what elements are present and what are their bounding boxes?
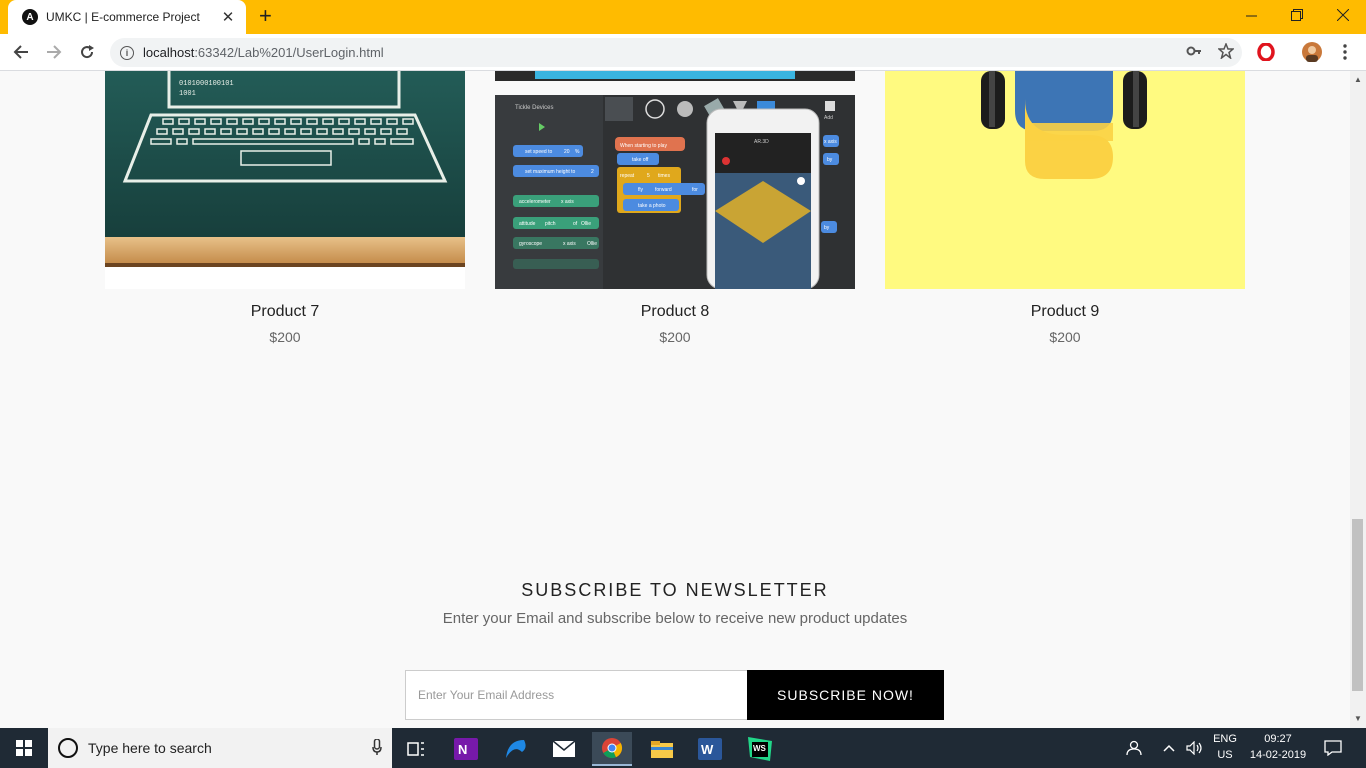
cortana-icon [58, 738, 78, 758]
block-attitude-ollie: Ollie [581, 221, 591, 227]
product-price: $200 [1049, 329, 1081, 345]
scrollbar-thumb[interactable] [1352, 519, 1363, 691]
newsletter-subtitle: Enter your Email and subscribe below to … [442, 610, 908, 627]
onenote-icon[interactable]: N [446, 732, 486, 766]
block-attitude-pitch: pitch [545, 221, 556, 227]
restore-icon[interactable] [1274, 0, 1320, 30]
product-card-8[interactable]: Tickle Devices Add set speed to 20 % set… [495, 71, 855, 345]
product-9-image-python-headphones[interactable] [885, 71, 1245, 289]
block-fly-for: for [692, 187, 698, 193]
product-8-image-tickle-app[interactable]: Tickle Devices Add set speed to 20 % set… [495, 71, 855, 289]
chalk-binary-text-1: 0101000100101 [179, 80, 234, 88]
profile-avatar-icon[interactable] [1302, 42, 1322, 62]
product-name[interactable]: Product 8 [495, 303, 855, 321]
browser-toolbar: i localhost:63342/Lab%201/UserLogin.html [0, 34, 1366, 71]
block-set-speed-value: 20 [564, 149, 570, 155]
url-text[interactable]: localhost:63342/Lab%201/UserLogin.html [143, 45, 384, 60]
microphone-icon[interactable] [362, 737, 392, 758]
task-view-icon[interactable] [396, 732, 436, 766]
opera-extension-icon[interactable] [1256, 42, 1276, 62]
taskbar-clock[interactable]: 09:27 14-02-2019 [1246, 731, 1310, 763]
block-fly: fly [638, 187, 644, 193]
back-arrow-icon[interactable] [9, 40, 33, 64]
newsletter-email-input[interactable] [405, 670, 748, 720]
taskbar-search-text[interactable]: Type here to search [88, 740, 362, 756]
block-set-height-value: 2 [591, 169, 594, 175]
product-7-image-laptop-chalkboard[interactable]: 0101000100101 1001 [105, 71, 465, 289]
block-take-off: take off [632, 157, 649, 163]
block-set-height: set maximum height to [525, 169, 576, 175]
block-repeat-count: 5 [647, 173, 650, 179]
block-accelerometer: accelerometer [519, 199, 551, 205]
newsletter-title: SUBSCRIBE TO NEWSLETTER [521, 580, 829, 600]
side-block-by: by [827, 157, 833, 163]
people-icon[interactable] [1126, 728, 1144, 768]
product-price: $200 [659, 329, 691, 345]
page-scrollbar[interactable]: ▲ ▼ [1350, 71, 1366, 728]
scroll-down-arrow-icon[interactable]: ▼ [1350, 712, 1366, 726]
key-icon[interactable] [1186, 43, 1202, 63]
block-gyroscope: gyroscope [519, 241, 542, 247]
webstorm-icon[interactable]: WS [740, 732, 780, 766]
side-block-by-2: by [824, 225, 830, 231]
product-card-9[interactable]: Product 9 $200 [885, 71, 1245, 345]
side-block-x-axis: x axis [824, 139, 837, 145]
subscribe-now-button[interactable]: SUBSCRIBE NOW! [747, 670, 944, 720]
site-info-icon[interactable]: i [120, 45, 134, 60]
address-bar[interactable]: i localhost:63342/Lab%201/UserLogin.html [110, 38, 1242, 67]
product-name[interactable]: Product 9 [885, 303, 1245, 321]
svg-text:WS: WS [753, 744, 767, 753]
reload-icon[interactable] [75, 40, 99, 64]
block-set-speed-percent: % [575, 149, 580, 155]
block-set-speed: set speed to [525, 149, 552, 155]
block-repeat-times: times [658, 173, 670, 179]
page-content: 0101000100101 1001 Product 7 $200 Tickle… [0, 71, 1350, 728]
product-name[interactable]: Product 7 [105, 303, 465, 321]
block-repeat: repeat [620, 173, 635, 179]
block-fly-forward: forward [655, 187, 672, 193]
block-attitude-of: of [573, 221, 578, 227]
volume-icon[interactable] [1186, 728, 1204, 768]
block-gyroscope-ollie: Ollie [587, 241, 597, 247]
add-device-label: Add [824, 115, 833, 121]
scroll-up-arrow-icon[interactable]: ▲ [1350, 73, 1366, 87]
minimize-icon[interactable] [1228, 0, 1274, 30]
edge-browser-icon[interactable] [496, 732, 536, 766]
taskbar-search-box[interactable]: Type here to search [48, 728, 392, 768]
svg-text:N: N [458, 742, 467, 757]
file-explorer-icon[interactable] [642, 732, 682, 766]
phone-app-title: AR.3D [754, 139, 769, 145]
mail-icon[interactable] [544, 732, 584, 766]
chrome-taskbar-icon[interactable] [592, 732, 632, 766]
svg-text:W: W [701, 742, 714, 757]
block-when-start: When starting to play [620, 143, 667, 149]
block-take-photo: take a photo [638, 203, 666, 209]
block-gyroscope-axis: x axis [563, 241, 576, 247]
bookmark-star-icon[interactable] [1217, 41, 1235, 63]
browser-tab-active[interactable]: A UMKC | E-commerce Project ✕ [8, 0, 246, 34]
block-accelerometer-axis: x axis [561, 199, 574, 205]
show-hidden-icons-chevron-icon[interactable] [1163, 728, 1175, 768]
browser-titlebar: A UMKC | E-commerce Project ✕ + [0, 0, 1366, 34]
input-language-indicator[interactable]: ENG US [1210, 731, 1240, 763]
window-close-icon[interactable] [1320, 0, 1366, 30]
windows-taskbar: Type here to search N W WS ENG US 09:27 [0, 728, 1366, 768]
product-price: $200 [269, 329, 301, 345]
block-attitude: attitude [519, 221, 536, 227]
tab-favicon-icon: A [22, 9, 38, 25]
browser-menu-icon[interactable] [1335, 42, 1355, 62]
windows-start-icon[interactable] [0, 728, 48, 768]
new-tab-plus-icon[interactable]: + [259, 4, 272, 28]
product-card-7[interactable]: 0101000100101 1001 Product 7 $200 [105, 71, 465, 345]
tickle-panel-title: Tickle Devices [515, 105, 553, 111]
word-icon[interactable]: W [690, 732, 730, 766]
tab-close-icon[interactable]: ✕ [220, 8, 236, 26]
chalk-binary-text-2: 1001 [179, 90, 196, 98]
forward-arrow-icon[interactable] [42, 40, 66, 64]
action-center-notification-icon[interactable] [1324, 728, 1342, 768]
clock-date: 14-02-2019 [1249, 749, 1307, 761]
clock-time: 09:27 [1264, 733, 1292, 745]
tab-title: UMKC | E-commerce Project [46, 10, 200, 24]
